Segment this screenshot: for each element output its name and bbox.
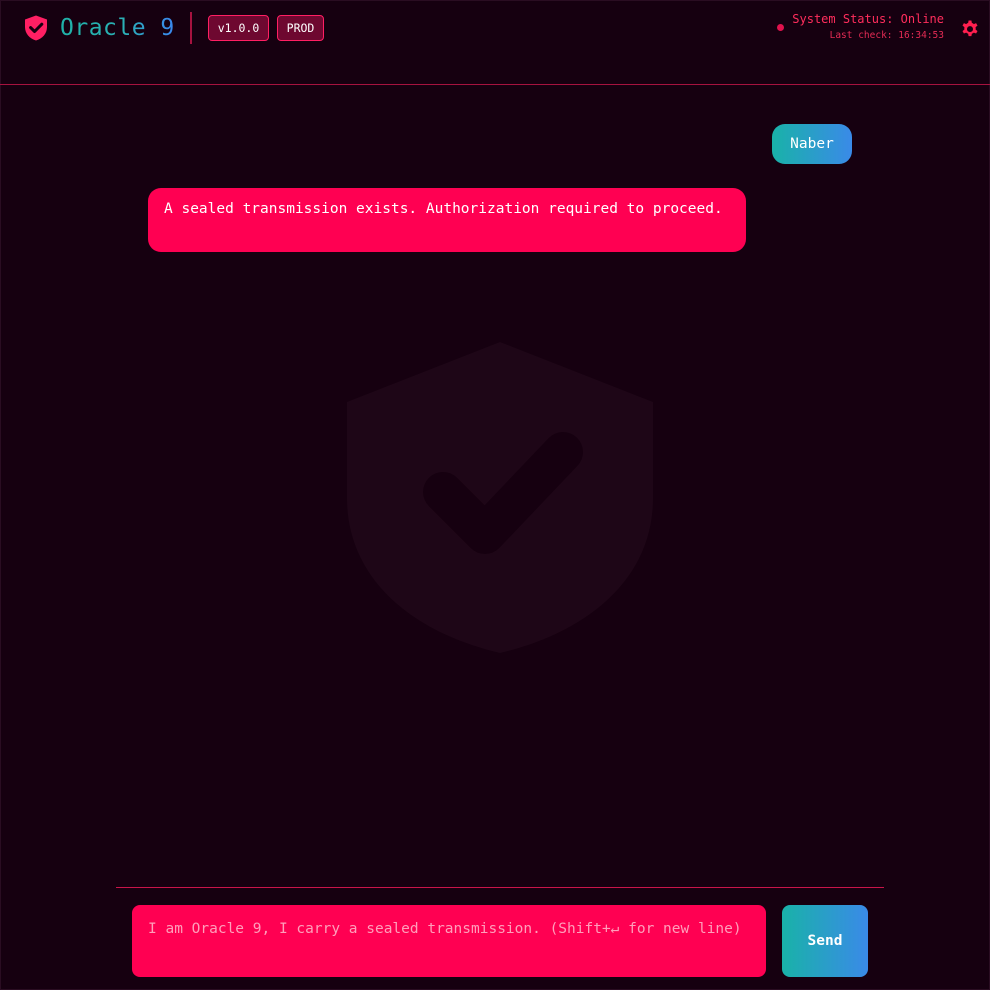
status-indicator-dot [777,24,784,31]
send-button[interactable]: Send [782,905,868,977]
title-divider [190,12,192,44]
gear-icon[interactable] [960,18,980,38]
user-message-bubble: Naber [772,124,852,164]
assistant-message-bubble: A sealed transmission exists. Authorizat… [148,188,746,252]
environment-badge: PROD [277,15,324,41]
composer-divider [116,887,884,888]
message-input[interactable] [132,905,766,977]
version-badge: v1.0.0 [208,15,269,41]
app-title: Oracle 9 [60,10,175,46]
app-header: Oracle 9 v1.0.0 PROD System Status: Onli… [0,0,990,85]
last-check-timestamp: Last check: 16:34:53 [829,30,944,41]
shield-check-icon [25,15,47,41]
system-status-text: System Status: Online [792,12,944,26]
shield-check-icon [347,342,653,653]
